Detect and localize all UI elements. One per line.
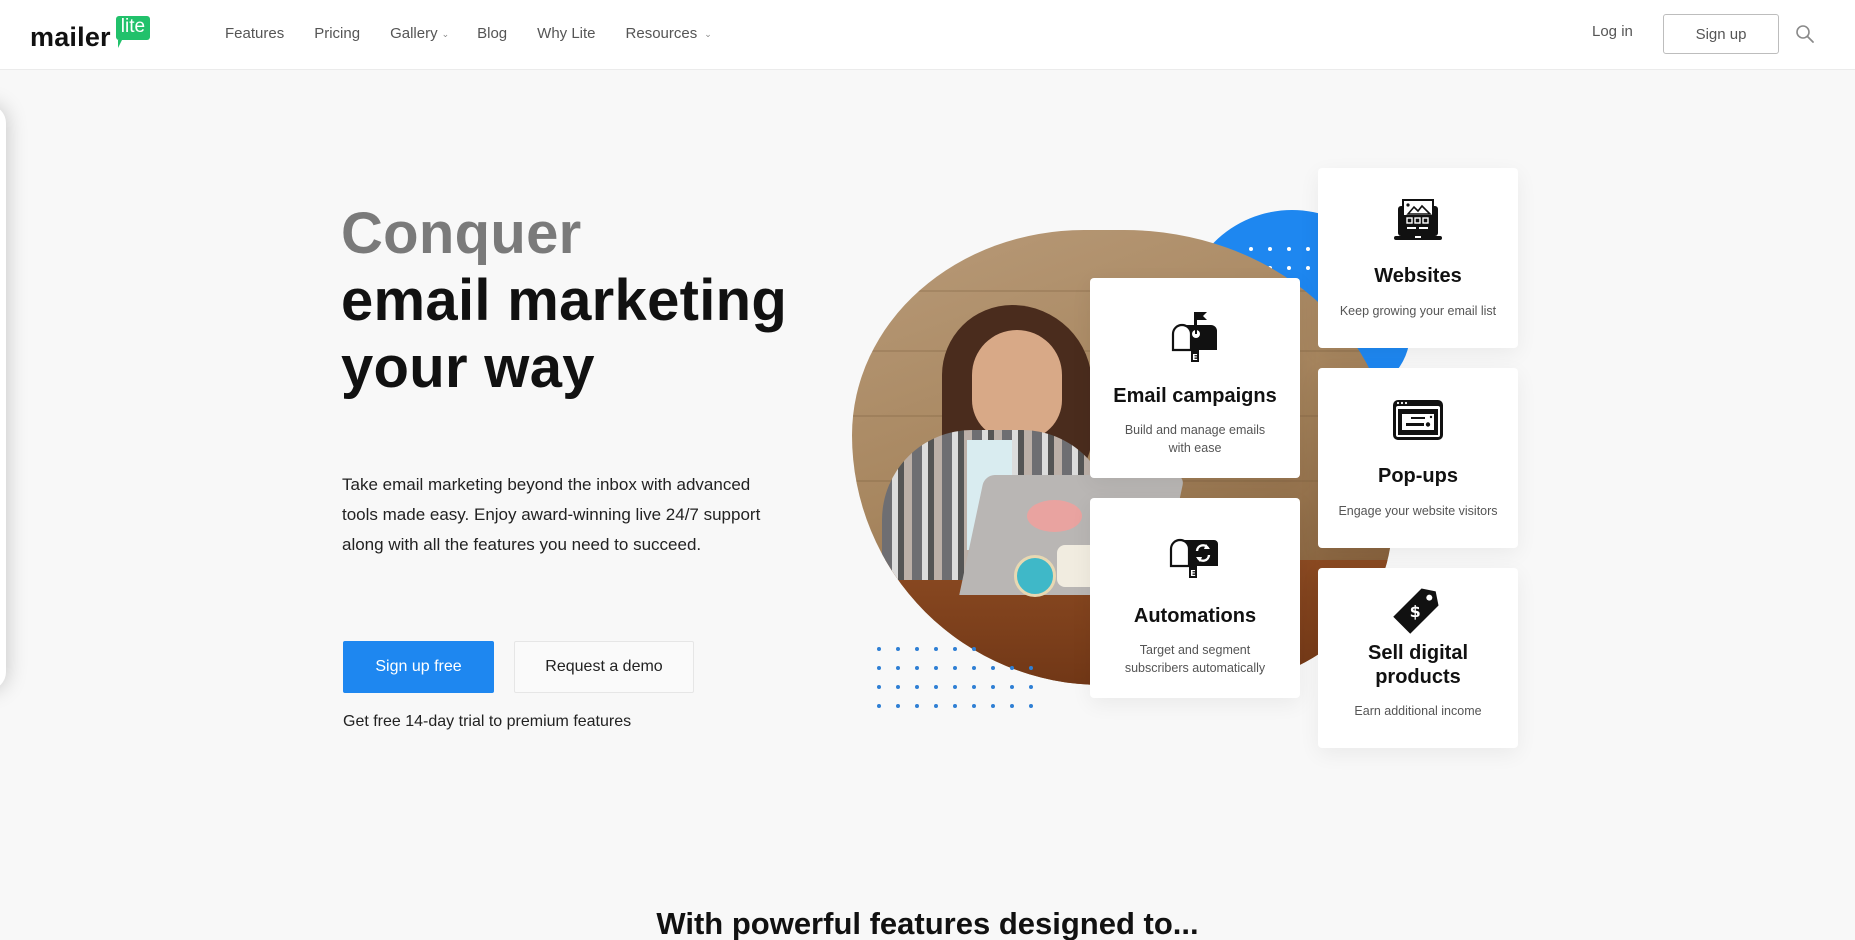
popup-window-icon (1393, 400, 1443, 440)
decorative-dot (1306, 247, 1310, 251)
feature-card-automations[interactable]: E Automations Target and segment subscri… (1090, 498, 1300, 698)
logo-word: mailer (30, 22, 111, 52)
decorative-dot (953, 666, 957, 670)
decorative-dot (934, 647, 938, 651)
nav-label: Resources (625, 24, 698, 42)
decorative-dot (991, 647, 995, 651)
hero-title: Conquer email marketing your way (341, 200, 787, 401)
decorative-dot (877, 666, 881, 670)
decorative-dot (1249, 247, 1253, 251)
trial-note: Get free 14-day trial to premium feature… (343, 713, 632, 730)
mailbox-refresh-icon: E (1169, 538, 1218, 578)
chevron-down-icon: ⌄ (441, 28, 450, 39)
decorative-dot (877, 647, 881, 651)
nav-item-gallery[interactable]: Gallery ⌄ (390, 25, 449, 42)
decorative-dot (1306, 266, 1310, 270)
feature-title: Pop-ups (1378, 465, 1458, 487)
main-nav: Features Pricing Gallery ⌄ Blog Why Lite… (225, 0, 742, 66)
mailerlite-logo[interactable]: mailer lite (30, 16, 151, 52)
nav-label: Gallery (390, 24, 438, 42)
decorative-dot (1010, 704, 1014, 708)
decorative-dot (953, 704, 957, 708)
decorative-dot (934, 666, 938, 670)
svg-text:$: $ (1410, 602, 1421, 621)
nav-label: Blog (477, 24, 508, 42)
search-icon[interactable] (1795, 24, 1815, 44)
nav-item-why-lite[interactable]: Why Lite (537, 25, 595, 42)
decorative-dot (972, 666, 976, 670)
feature-card-email-campaigns[interactable]: E Email campaigns Build and manage email… (1090, 278, 1300, 478)
features-section-heading: With powerful features designed to... (656, 906, 1199, 940)
logo-badge: lite (115, 16, 151, 48)
nav-item-resources[interactable]: Resources ⌄ (626, 25, 712, 42)
feature-description: Build and manage emails with ease (1124, 423, 1266, 455)
price-tag-icon: $ (1393, 588, 1439, 634)
decorative-dot (934, 704, 938, 708)
feature-title: Sell digital products (1367, 642, 1469, 688)
nav-label: Features (225, 24, 285, 42)
feature-description: Earn additional income (1354, 704, 1482, 718)
feature-description: Target and segment subscribers automatic… (1124, 643, 1266, 675)
chevron-down-icon: ⌄ (704, 28, 712, 39)
website-laptop-icon (1394, 199, 1442, 240)
nav-label: Why Lite (537, 24, 596, 42)
decorative-dot (915, 647, 919, 651)
feature-title: Automations (1133, 605, 1257, 627)
feature-card-sell-digital-products[interactable]: $ Sell digital products Earn additional … (1318, 568, 1518, 748)
hero-title-line1: Conquer (341, 201, 582, 266)
decorative-dot (953, 647, 957, 651)
nav-item-pricing[interactable]: Pricing (314, 25, 360, 42)
decorative-dot-grid-bottom (877, 647, 1033, 708)
decorative-dot (953, 685, 957, 689)
request-demo-button[interactable]: Request a demo (514, 641, 694, 693)
feature-card-websites[interactable]: Websites Keep growing your email list (1318, 168, 1518, 348)
hero-title-line2: email marketing (341, 268, 788, 333)
signup-free-button[interactable]: Sign up free (343, 641, 494, 693)
feature-card-popups[interactable]: Pop-ups Engage your website visitors (1318, 368, 1518, 548)
decorative-dot (972, 685, 976, 689)
svg-text:E: E (1192, 353, 1197, 362)
decorative-dot (1029, 666, 1033, 670)
decorative-dot (991, 666, 995, 670)
decorative-dot (1287, 247, 1291, 251)
decorative-dot (1029, 704, 1033, 708)
decorative-dot (1029, 647, 1033, 651)
mailbox-flag-icon: E (1171, 312, 1217, 362)
hero-description: Take email marketing beyond the inbox wi… (342, 475, 761, 554)
decorative-dot (1287, 266, 1291, 270)
decorative-dot (991, 704, 995, 708)
decorative-dot (972, 704, 976, 708)
decorative-dot (991, 685, 995, 689)
decorative-dot (1010, 647, 1014, 651)
signup-button[interactable]: Sign up (1663, 14, 1779, 54)
feature-description: Engage your website visitors (1338, 504, 1498, 518)
decorative-dot (896, 647, 900, 651)
svg-text:E: E (1190, 569, 1195, 578)
decorative-dot (1010, 685, 1014, 689)
decorative-dot (915, 704, 919, 708)
feature-title: Websites (1374, 265, 1462, 287)
hero-title-line3: your way (341, 335, 595, 400)
decorative-dot (915, 666, 919, 670)
decorative-dot (877, 704, 881, 708)
side-panel-edge (0, 105, 6, 690)
decorative-dot (1029, 685, 1033, 689)
decorative-dot (896, 685, 900, 689)
decorative-dot (1268, 247, 1272, 251)
decorative-dot (1010, 666, 1014, 670)
decorative-dot (934, 685, 938, 689)
decorative-dot (896, 704, 900, 708)
decorative-dot (915, 685, 919, 689)
feature-title: Email campaigns (1113, 385, 1277, 407)
nav-item-features[interactable]: Features (225, 25, 284, 42)
site-header: mailer lite Features Pricing Gallery ⌄ B… (0, 0, 1855, 70)
nav-item-blog[interactable]: Blog (477, 25, 507, 42)
decorative-dot (896, 666, 900, 670)
decorative-dot (972, 647, 976, 651)
login-link[interactable]: Log in (1592, 23, 1633, 40)
decorative-dot (877, 685, 881, 689)
nav-label: Pricing (314, 24, 361, 42)
feature-description: Keep growing your email list (1339, 304, 1497, 318)
